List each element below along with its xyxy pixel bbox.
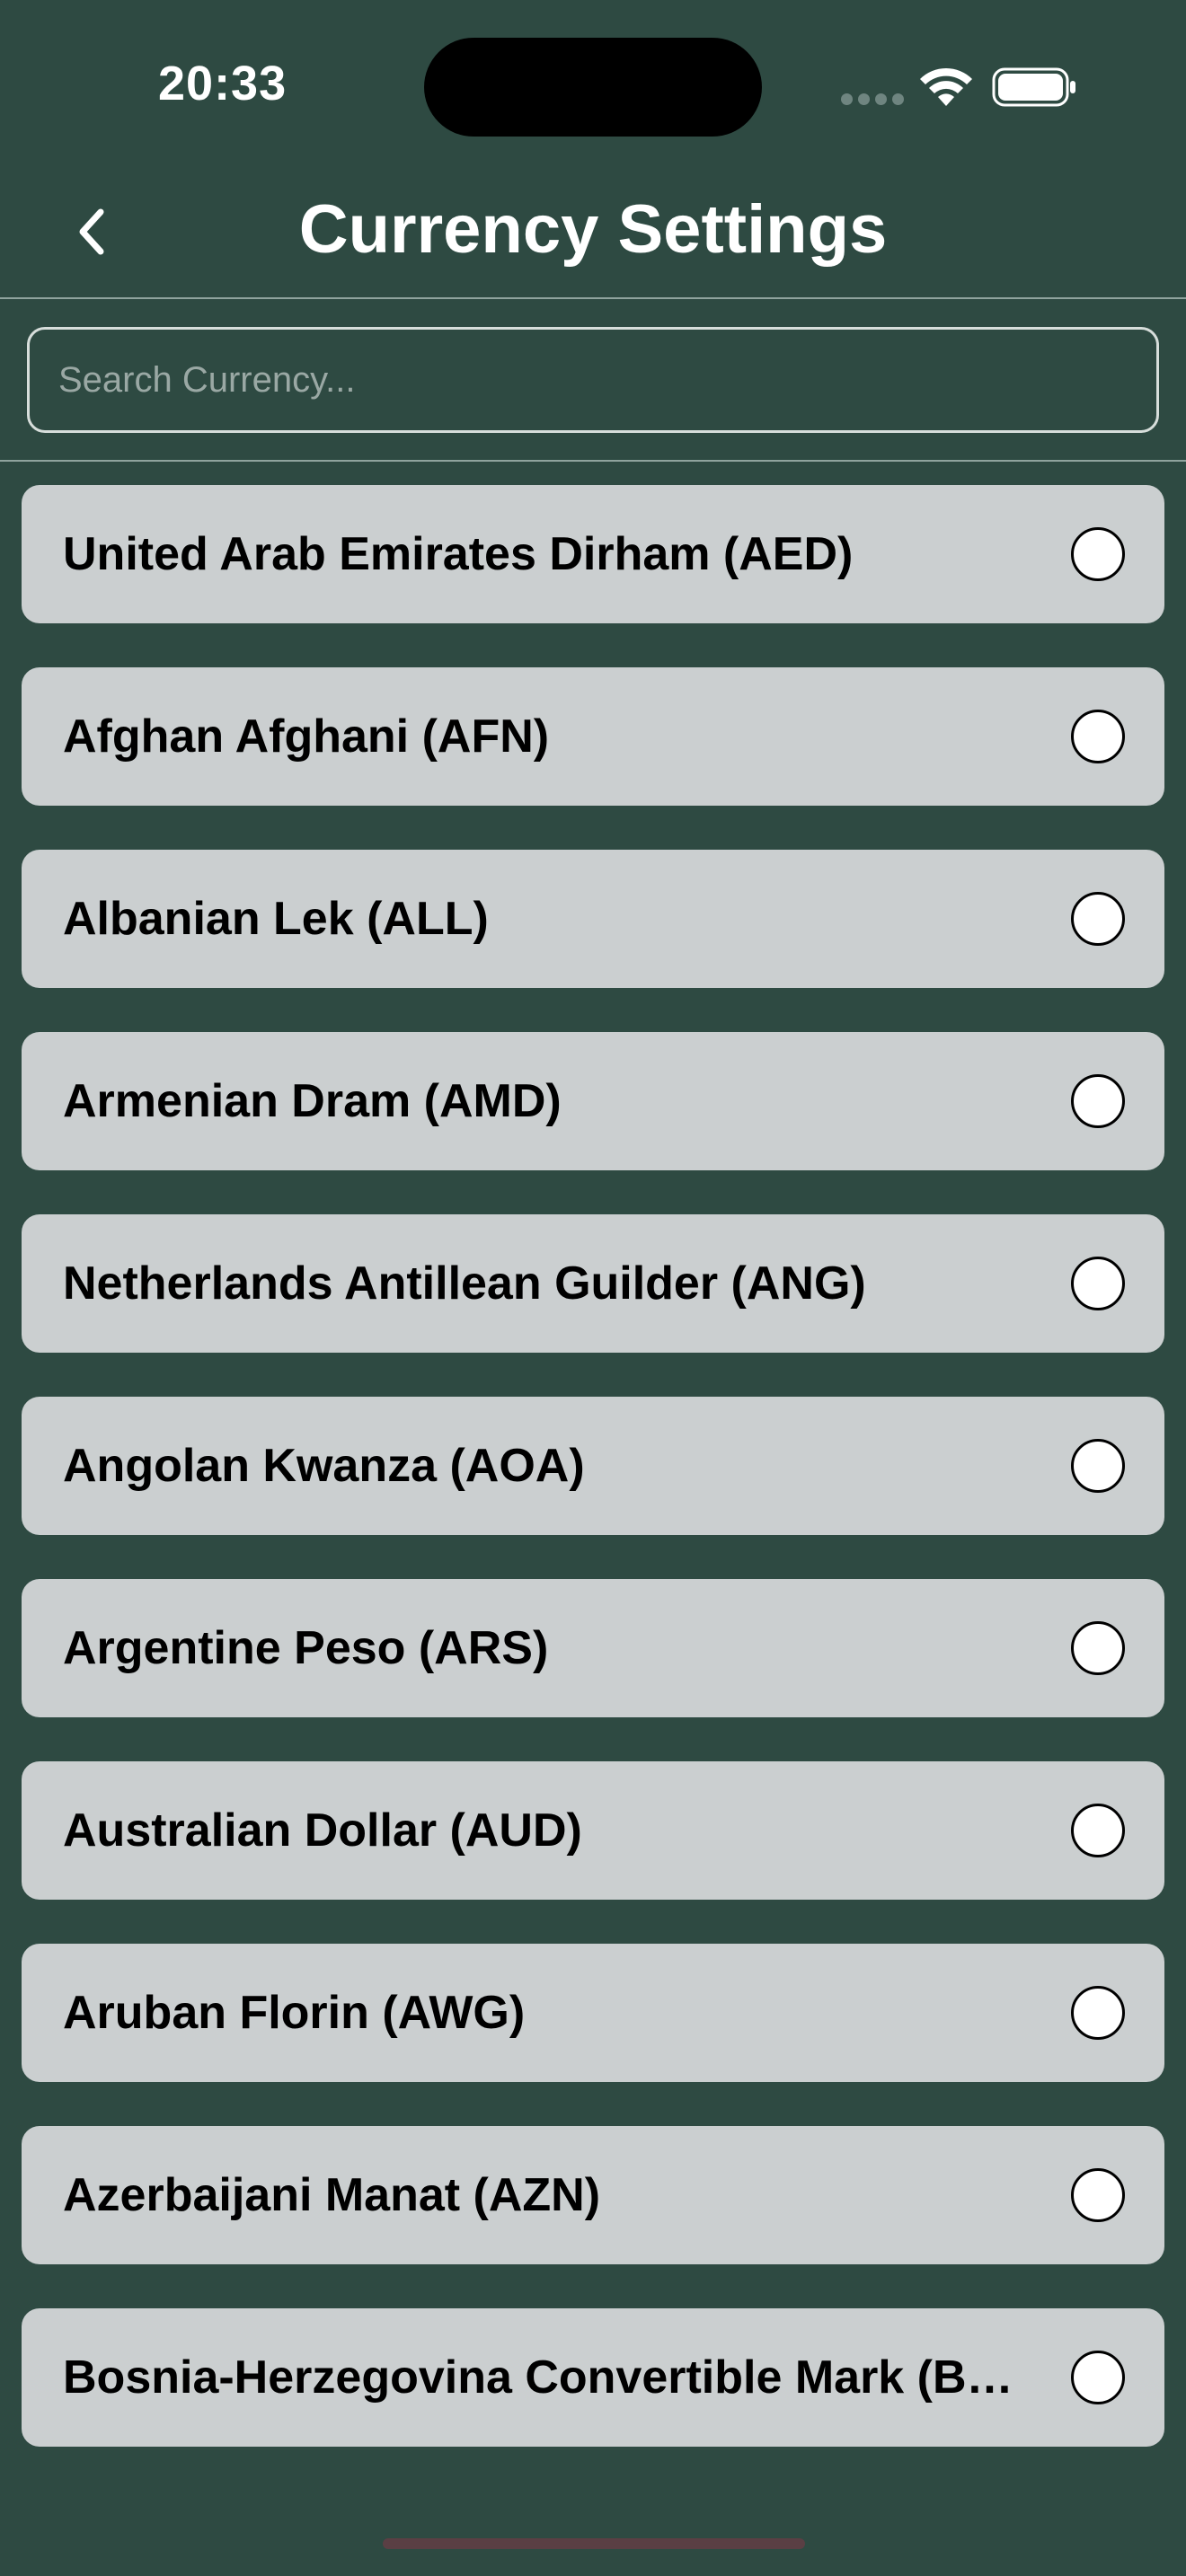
- home-indicator[interactable]: [383, 2538, 805, 2549]
- currency-label: Netherlands Antillean Guilder (ANG): [63, 1257, 866, 1310]
- currency-label: United Arab Emirates Dirham (AED): [63, 528, 854, 580]
- currency-item-all[interactable]: Albanian Lek (ALL): [22, 850, 1164, 988]
- currency-item-bam[interactable]: Bosnia-Herzegovina Convertible Mark (BAM…: [22, 2308, 1164, 2447]
- currency-item-amd[interactable]: Armenian Dram (AMD): [22, 1032, 1164, 1170]
- radio-button[interactable]: [1071, 892, 1125, 946]
- currency-label: Argentine Peso (ARS): [63, 1622, 549, 1674]
- radio-button[interactable]: [1071, 1074, 1125, 1128]
- status-time: 20:33: [158, 57, 288, 110]
- currency-item-azn[interactable]: Azerbaijani Manat (AZN): [22, 2126, 1164, 2264]
- radio-button[interactable]: [1071, 1621, 1125, 1675]
- radio-button[interactable]: [1071, 1439, 1125, 1493]
- radio-button[interactable]: [1071, 527, 1125, 581]
- search-input[interactable]: [27, 327, 1159, 433]
- currency-label: Angolan Kwanza (AOA): [63, 1440, 585, 1492]
- currency-item-ang[interactable]: Netherlands Antillean Guilder (ANG): [22, 1214, 1164, 1353]
- currency-list: United Arab Emirates Dirham (AED) Afghan…: [22, 485, 1164, 2491]
- currency-item-aud[interactable]: Australian Dollar (AUD): [22, 1761, 1164, 1900]
- radio-button[interactable]: [1071, 2351, 1125, 2404]
- page-title: Currency Settings: [298, 191, 888, 268]
- radio-button[interactable]: [1071, 710, 1125, 763]
- radio-button[interactable]: [1071, 1804, 1125, 1857]
- radio-button[interactable]: [1071, 1986, 1125, 2040]
- currency-label: Australian Dollar (AUD): [63, 1804, 582, 1857]
- currency-label: Bosnia-Herzegovina Convertible Mark (BAM…: [63, 2351, 1042, 2404]
- currency-label: Armenian Dram (AMD): [63, 1075, 562, 1127]
- currency-label: Azerbaijani Manat (AZN): [63, 2169, 601, 2221]
- currency-item-aed[interactable]: United Arab Emirates Dirham (AED): [22, 485, 1164, 623]
- battery-icon: [992, 67, 1075, 107]
- currency-item-afn[interactable]: Afghan Afghani (AFN): [22, 667, 1164, 806]
- header-divider: [0, 297, 1186, 299]
- cellular-signal-icon: [841, 93, 904, 105]
- screen: 20:33 Currency Settings United Arab Emir…: [0, 0, 1186, 2576]
- currency-item-aoa[interactable]: Angolan Kwanza (AOA): [22, 1397, 1164, 1535]
- radio-button[interactable]: [1071, 2168, 1125, 2222]
- currency-label: Afghan Afghani (AFN): [63, 710, 550, 763]
- wifi-icon: [920, 67, 972, 106]
- radio-button[interactable]: [1071, 1257, 1125, 1310]
- dynamic-island: [424, 38, 762, 137]
- currency-item-awg[interactable]: Aruban Florin (AWG): [22, 1944, 1164, 2082]
- currency-label: Albanian Lek (ALL): [63, 893, 489, 945]
- currency-item-ars[interactable]: Argentine Peso (ARS): [22, 1579, 1164, 1717]
- currency-label: Aruban Florin (AWG): [63, 1987, 526, 2039]
- search-divider: [0, 460, 1186, 462]
